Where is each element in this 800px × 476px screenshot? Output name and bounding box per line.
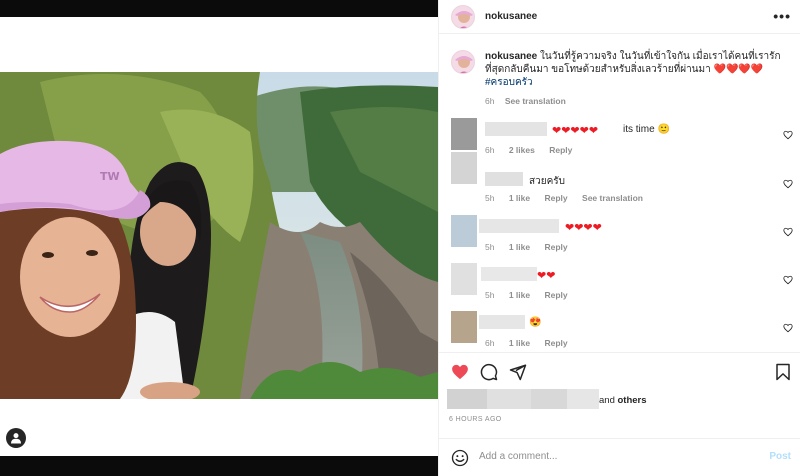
comment-username-blurred[interactable] xyxy=(479,219,559,233)
user-icon xyxy=(11,433,21,444)
post-timestamp[interactable]: 6 HOURS AGO xyxy=(449,416,502,423)
comment-avatar[interactable] xyxy=(451,263,477,295)
comment-meta: 5h 1 like Reply See translation xyxy=(485,193,655,203)
comment-username-blurred[interactable] xyxy=(485,172,523,186)
like-comment-heart-icon[interactable] xyxy=(783,323,793,333)
avatar-image xyxy=(452,6,474,28)
comment-username-blurred[interactable] xyxy=(479,315,525,329)
caption-time[interactable]: 6h xyxy=(485,96,494,106)
comment-reply-button[interactable]: Reply xyxy=(545,290,568,300)
comment-avatar[interactable] xyxy=(451,215,477,247)
svg-text:TW: TW xyxy=(100,170,120,183)
comment-meta: 5h 1 like Reply xyxy=(485,242,580,252)
comment-item: ❤❤ 5h 1 like Reply xyxy=(439,263,800,311)
caption-username[interactable]: nokusanee xyxy=(485,51,537,62)
like-comment-heart-icon[interactable] xyxy=(783,227,793,237)
media-pane: TW xyxy=(0,0,438,476)
more-options-icon[interactable]: ••• xyxy=(773,8,791,24)
caption-text-block: nokusanee ในวันที่รู้ความจริง ในวันที่เข… xyxy=(485,50,785,89)
comment-likes[interactable]: 1 like xyxy=(509,338,530,348)
comment-text: สวยครับ xyxy=(529,176,565,187)
comment-meta: 6h 1 like Reply xyxy=(485,338,580,348)
comment-time[interactable]: 5h xyxy=(485,242,494,252)
post-comment-button[interactable]: Post xyxy=(769,451,791,462)
comment-text: 😍 xyxy=(529,317,542,328)
letterbox-top xyxy=(0,0,438,17)
comment-likes[interactable]: 1 like xyxy=(509,290,530,300)
comment-reply-button[interactable]: Reply xyxy=(545,193,568,203)
heart-filled-icon[interactable] xyxy=(451,363,469,381)
instagram-post-modal: TW nokusanee ••• nokusanee ในวันที่รู้คว… xyxy=(0,0,800,476)
add-comment-input[interactable] xyxy=(479,451,749,462)
comment-time[interactable]: 5h xyxy=(485,290,494,300)
post-header: nokusanee ••• xyxy=(439,0,800,34)
likes-others-link[interactable]: others xyxy=(618,395,647,406)
comment-time[interactable]: 6h xyxy=(485,338,494,348)
tagged-users-button[interactable] xyxy=(6,428,26,448)
share-icon[interactable] xyxy=(509,363,527,381)
comment-hearts: ❤❤❤❤ xyxy=(565,222,602,234)
caption-meta: 6h See translation xyxy=(485,96,566,106)
comment-meta: 5h 1 like Reply xyxy=(485,290,580,300)
likes-summary: and others xyxy=(439,389,800,411)
comment-likes[interactable]: 1 like xyxy=(509,242,530,252)
post-photo[interactable]: TW xyxy=(0,72,438,399)
comment-username-blurred[interactable] xyxy=(481,267,537,281)
emoji-picker-icon[interactable] xyxy=(451,449,469,467)
comment-avatar[interactable] xyxy=(451,118,477,150)
comment-username-blurred[interactable] xyxy=(485,122,547,136)
liker-names-blurred[interactable] xyxy=(447,389,599,409)
comment-time[interactable]: 5h xyxy=(485,193,494,203)
comment-reply-button[interactable]: Reply xyxy=(545,338,568,348)
comment-hearts: ❤❤❤❤❤ xyxy=(552,125,599,137)
author-avatar[interactable] xyxy=(451,5,475,29)
comment-likes[interactable]: 1 like xyxy=(509,193,530,203)
comment-hearts: ❤❤ xyxy=(537,270,556,282)
comment-item: สวยครับ 5h 1 like Reply See translation xyxy=(439,152,800,203)
comment-reply-button[interactable]: Reply xyxy=(545,242,568,252)
likes-and-text: and xyxy=(599,395,615,406)
caption-see-translation[interactable]: See translation xyxy=(505,96,566,106)
add-comment-bar: Post xyxy=(439,438,800,476)
author-username[interactable]: nokusanee xyxy=(485,11,537,22)
comment-avatar[interactable] xyxy=(451,152,477,184)
bookmark-icon[interactable] xyxy=(775,363,791,381)
like-comment-heart-icon[interactable] xyxy=(783,179,793,189)
comment-see-translation[interactable]: See translation xyxy=(582,193,643,203)
avatar-image xyxy=(452,51,474,73)
likes-and-others: and others xyxy=(599,395,647,406)
post-action-bar xyxy=(439,352,800,392)
comment-icon[interactable] xyxy=(480,363,498,381)
comment-avatar[interactable] xyxy=(451,311,477,343)
like-comment-heart-icon[interactable] xyxy=(783,275,793,285)
caption-author-avatar[interactable] xyxy=(451,50,475,74)
post-side-panel: nokusanee ••• nokusanee ในวันที่รู้ความจ… xyxy=(438,0,800,476)
comment-text: its time 🙂 xyxy=(623,124,670,135)
letterbox-bottom xyxy=(0,456,438,476)
like-comment-heart-icon[interactable] xyxy=(783,130,793,140)
comment-item: ❤❤❤❤ 5h 1 like Reply xyxy=(439,215,800,263)
caption-hashtag[interactable]: #ครอบครัว xyxy=(485,77,533,88)
